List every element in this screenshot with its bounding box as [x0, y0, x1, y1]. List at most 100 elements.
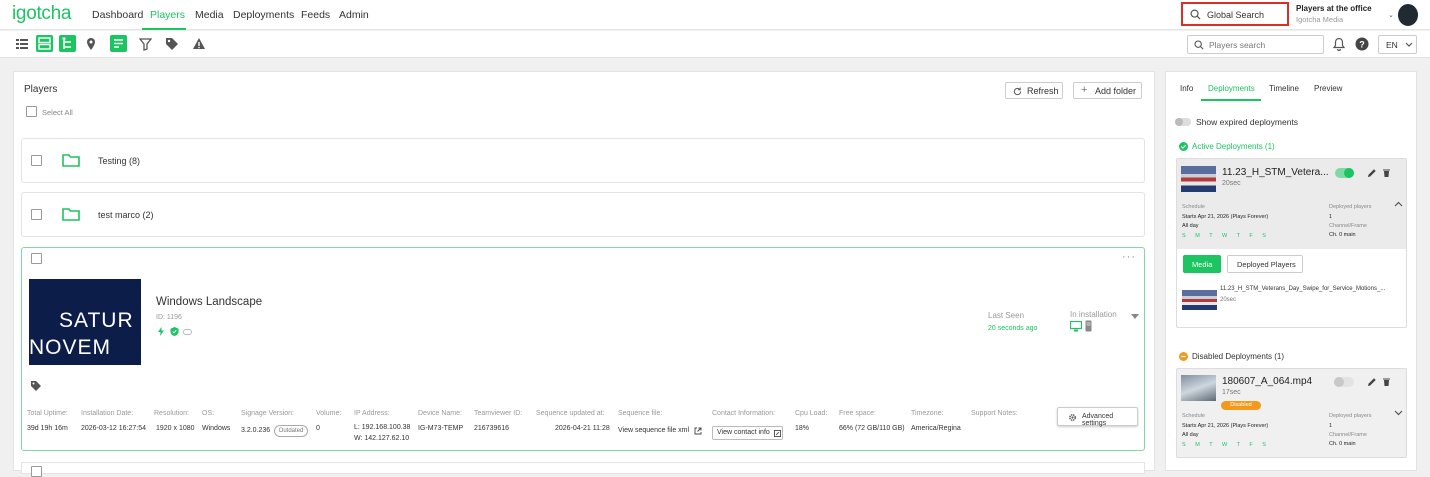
media-button[interactable]: Media: [1183, 255, 1221, 273]
media-title[interactable]: 11.23_H_STM_Veterans_Day_Swipe_for_Servi…: [1220, 286, 1385, 292]
view-sequence-file-link[interactable]: View sequence file xml: [618, 427, 689, 434]
account-caret-icon[interactable]: ⌄: [1388, 11, 1394, 19]
folder-icon: [62, 154, 80, 167]
tab-preview[interactable]: Preview: [1314, 84, 1342, 93]
select-all-checkbox[interactable]: [26, 106, 37, 117]
folder-checkbox[interactable]: [31, 209, 42, 220]
view-contact-info-button[interactable]: View contact info: [712, 426, 783, 440]
total-uptime-value: 39d 19h 16m: [27, 425, 68, 432]
channel-value: Ch. 0 main: [1329, 441, 1356, 447]
detail-label: OS:: [202, 410, 215, 417]
tab-timeline[interactable]: Timeline: [1269, 84, 1299, 93]
tab-info[interactable]: Info: [1180, 84, 1193, 93]
deployment-title: 180607_A_064.mp4: [1222, 376, 1313, 387]
chevron-down-icon: [1405, 42, 1413, 47]
bell-icon[interactable]: [1333, 37, 1345, 51]
player-checkbox[interactable]: [31, 253, 42, 264]
advanced-settings-label: Advanced settings: [1082, 413, 1114, 427]
svg-text:?: ?: [1359, 40, 1365, 50]
more-options-icon[interactable]: ···: [1122, 251, 1136, 263]
volume-value: 0: [316, 425, 320, 432]
location-icon[interactable]: [85, 37, 97, 51]
grid-view-icon[interactable]: [36, 35, 53, 52]
add-folder-button[interactable]: + Add folder: [1073, 82, 1142, 99]
account-name[interactable]: Players at the office: [1296, 4, 1372, 13]
help-icon[interactable]: ?: [1355, 37, 1369, 51]
thumbnail-line: SATUR: [59, 309, 134, 332]
show-expired-toggle[interactable]: [1175, 118, 1191, 126]
nav-players[interactable]: Players: [150, 9, 185, 21]
folder-label[interactable]: Testing (8): [98, 156, 140, 166]
deployment-enabled-toggle[interactable]: [1335, 168, 1354, 178]
edit-icon[interactable]: [1368, 378, 1376, 386]
external-link-icon: [774, 430, 781, 437]
folder-checkbox[interactable]: [31, 155, 42, 166]
sequence-updated-value: 2026-04-21 11:28: [555, 425, 610, 432]
detail-label: Support Notes:: [971, 410, 1018, 417]
language-select[interactable]: EN: [1378, 35, 1417, 54]
deployment-enabled-toggle[interactable]: [1334, 377, 1354, 387]
deployed-players-value: 1: [1329, 423, 1333, 429]
folder-row[interactable]: [21, 192, 1145, 237]
channel-value: Ch. 0 main: [1329, 232, 1356, 238]
disabled-deployments-heading: Disabled Deployments (1): [1192, 352, 1285, 361]
detail-label: Sequence updated at:: [536, 410, 605, 417]
detail-label: Cpu Load:: [795, 410, 828, 417]
page-title: Players: [24, 84, 58, 95]
global-search-button[interactable]: Global Search: [1181, 2, 1289, 26]
detail-label: Contact Information:: [712, 410, 776, 417]
player-card[interactable]: [21, 462, 1145, 474]
device-name-value: IG-M73-TEMP: [418, 425, 464, 432]
refresh-button[interactable]: Refresh: [1005, 82, 1063, 99]
warning-icon[interactable]: [192, 37, 206, 50]
edit-icon[interactable]: [1368, 169, 1376, 177]
deployed-players-label: Deployed players: [1329, 204, 1372, 210]
filter-icon[interactable]: [139, 37, 152, 51]
nav-deployments[interactable]: Deployments: [233, 9, 294, 21]
nav-media[interactable]: Media: [195, 9, 224, 21]
player-thumbnail[interactable]: SATUR NOVEM: [29, 279, 141, 365]
search-icon: [1190, 9, 1201, 20]
free-space-value: 66% (72 GB/110 GB): [839, 425, 905, 432]
deployed-players-button[interactable]: Deployed Players: [1227, 255, 1303, 273]
link-icon: [183, 329, 192, 335]
show-expired-label: Show expired deployments: [1196, 117, 1299, 127]
channel-label: Channel/Frame: [1329, 432, 1367, 438]
player-card[interactable]: [21, 247, 1145, 451]
refresh-icon: [1013, 87, 1022, 96]
folder-label[interactable]: test marco (2): [98, 210, 154, 220]
folder-row[interactable]: [21, 138, 1145, 183]
monitor-icon: [1070, 321, 1082, 332]
tree-view-icon[interactable]: [59, 35, 76, 52]
trash-icon[interactable]: [1383, 378, 1390, 386]
external-link-icon[interactable]: [694, 427, 702, 435]
advanced-settings-button[interactable]: Advanced settings: [1057, 407, 1138, 427]
ip-local-value: L: 192.168.100.38: [354, 424, 411, 431]
details-view-icon[interactable]: [110, 35, 127, 52]
detail-label: Timezone:: [911, 410, 944, 417]
channel-label: Channel/Frame: [1329, 223, 1367, 229]
plus-icon: +: [1081, 84, 1088, 96]
folder-icon: [62, 208, 80, 221]
tag-icon[interactable]: [165, 37, 179, 51]
chevron-down-icon[interactable]: [1394, 410, 1403, 416]
shield-icon: [170, 327, 179, 336]
nav-admin[interactable]: Admin: [339, 9, 369, 21]
list-view-icon[interactable]: [15, 37, 29, 51]
deployment-thumbnail: [1181, 375, 1216, 401]
caret-down-icon[interactable]: [1131, 314, 1139, 319]
installation-date-value: 2026-03-12 16:27:54: [81, 425, 146, 432]
chevron-up-icon[interactable]: [1394, 201, 1403, 207]
deployed-players-value: 1: [1329, 214, 1333, 220]
app-logo[interactable]: igotcha: [12, 3, 71, 25]
avatar[interactable]: [1398, 4, 1418, 26]
player-checkbox[interactable]: [31, 466, 42, 477]
tag-icon[interactable]: [30, 380, 42, 392]
nav-dashboard[interactable]: Dashboard: [92, 9, 143, 21]
detail-label: IP Address:: [354, 410, 390, 417]
nav-feeds[interactable]: Feeds: [301, 9, 330, 21]
trash-icon[interactable]: [1383, 169, 1390, 177]
tab-deployments[interactable]: Deployments: [1208, 84, 1255, 93]
players-search-input[interactable]: Players search: [1187, 35, 1324, 54]
schedule-days: S M T W T F S: [1182, 442, 1270, 448]
